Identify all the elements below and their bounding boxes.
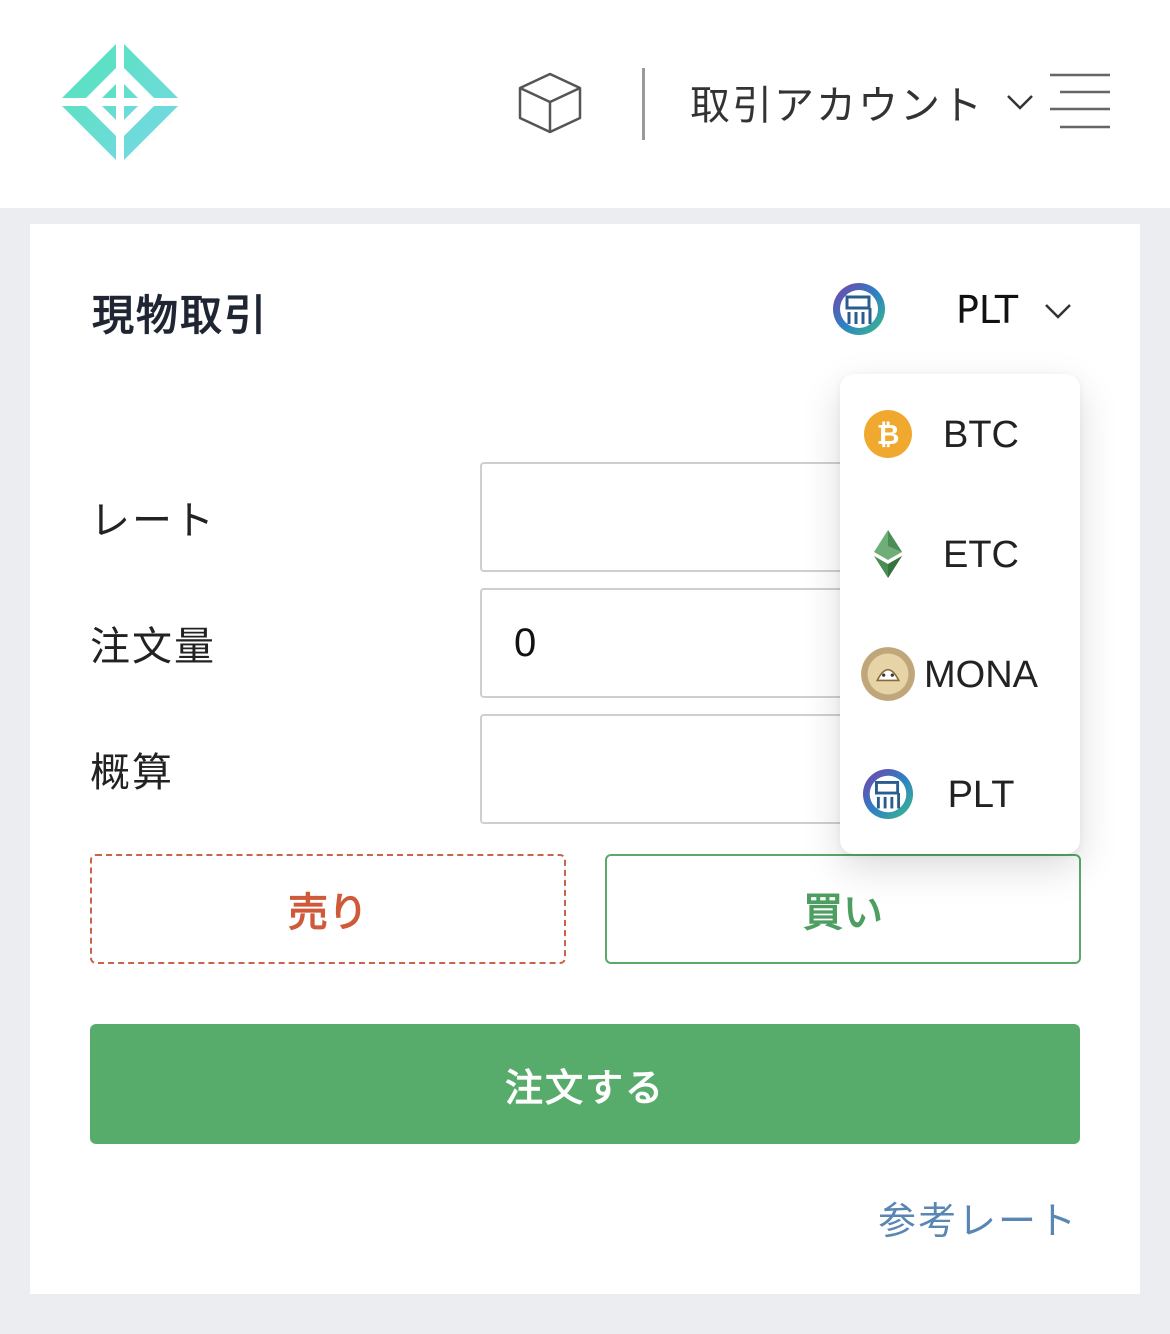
reference-rate-link[interactable]: 参考レート [878, 1190, 1078, 1245]
selected-coin-label: PLT [956, 288, 1019, 332]
sell-button[interactable]: 売り [90, 854, 566, 964]
buy-button[interactable]: 買い [605, 854, 1081, 964]
top-header: 取引アカウント [0, 0, 1170, 208]
account-menu[interactable]: 取引アカウント [690, 72, 1034, 132]
coin-selector[interactable]: PLT [832, 278, 1082, 340]
coin-option-label: ETC [943, 534, 1019, 576]
place-order-button[interactable]: 注文する [90, 1024, 1080, 1144]
coin-option-etc[interactable]: ETC [840, 494, 1080, 614]
estimate-label: 概算 [90, 750, 174, 796]
coin-option-mona[interactable]: MONA [840, 614, 1080, 734]
account-menu-label: 取引アカウント [690, 83, 984, 129]
svg-text:₿: ₿ [877, 418, 900, 451]
page-title: 現物取引 [92, 291, 269, 340]
quantity-label: 注文量 [90, 624, 216, 670]
chevron-down-icon [1045, 304, 1071, 319]
coin-option-label: MONA [924, 654, 1038, 696]
coin-option-plt[interactable]: PLT [840, 734, 1080, 854]
palette-token-icon [833, 283, 885, 335]
cube-icon[interactable] [516, 70, 584, 136]
coin-option-label: BTC [943, 414, 1019, 456]
chevron-down-icon [1007, 95, 1033, 110]
coin-option-btc[interactable]: ₿ BTC [840, 374, 1080, 494]
rate-label: レート [90, 498, 216, 544]
coin-option-label: PLT [947, 774, 1015, 816]
app-logo[interactable] [58, 40, 182, 164]
coin-dropdown-menu: ₿ BTC ETC MONA PLT [840, 374, 1080, 854]
hamburger-menu-icon[interactable] [1048, 72, 1112, 130]
header-divider [642, 68, 645, 140]
